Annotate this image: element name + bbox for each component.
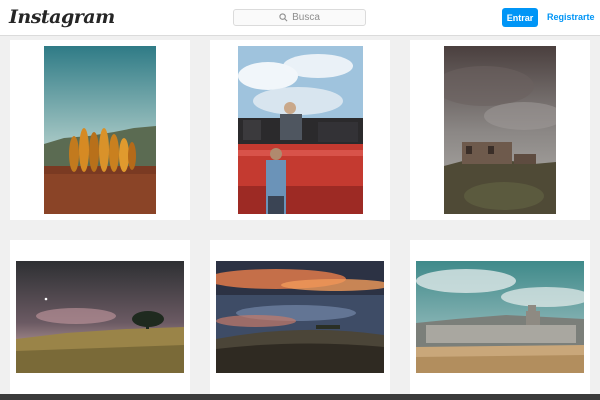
bottom-bar bbox=[0, 394, 600, 400]
post-card[interactable] bbox=[210, 40, 390, 220]
stone-ruin-hilltop-photo[interactable] bbox=[444, 46, 556, 214]
instagram-logo[interactable]: Instagram bbox=[9, 6, 115, 28]
farmer-on-red-truck-photo[interactable] bbox=[237, 46, 363, 214]
post-card[interactable] bbox=[10, 240, 190, 394]
post-card[interactable] bbox=[10, 40, 190, 220]
search-input[interactable]: Busca bbox=[233, 9, 366, 26]
lone-tree-dusk-photo[interactable] bbox=[16, 261, 184, 373]
sunset-fields-photo[interactable] bbox=[216, 261, 384, 373]
signup-link[interactable]: Registrarte bbox=[547, 12, 595, 22]
post-card[interactable] bbox=[210, 240, 390, 394]
login-button[interactable]: Entrar bbox=[502, 8, 538, 27]
search-icon bbox=[279, 13, 288, 22]
hilltop-village-photo[interactable] bbox=[416, 261, 584, 373]
autumn-poplar-trees-photo[interactable] bbox=[44, 46, 156, 214]
post-card[interactable] bbox=[410, 240, 590, 394]
search-placeholder: Busca bbox=[292, 12, 320, 23]
top-navigation-bar: Instagram Busca Entrar Registrarte bbox=[0, 0, 600, 36]
post-card[interactable] bbox=[410, 40, 590, 220]
